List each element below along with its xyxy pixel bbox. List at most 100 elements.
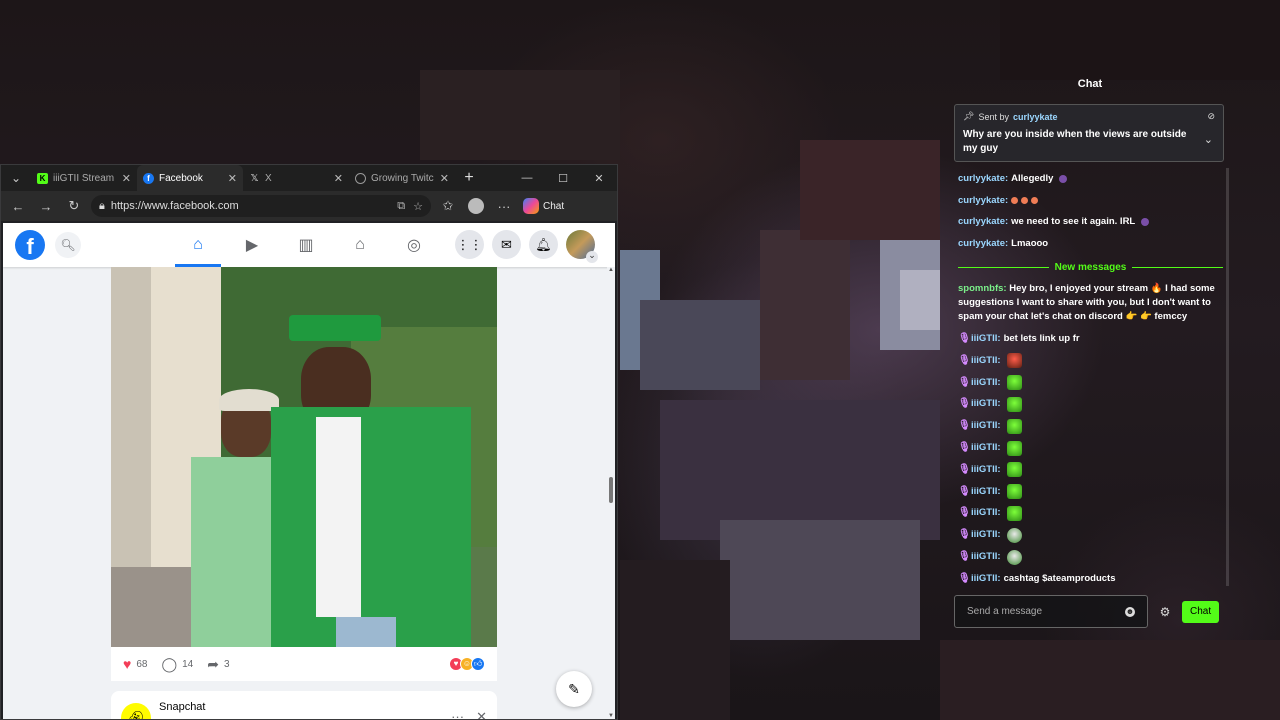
tab-kick-stream[interactable]: K iiiGTII Stream - ✕ (31, 165, 137, 191)
emote-icon (1059, 174, 1068, 183)
chat-username[interactable]: iiiGTII: (971, 485, 1001, 499)
pin-icon: 📌︎ (963, 111, 975, 121)
close-icon[interactable]: ✕ (476, 709, 487, 719)
comment-button[interactable]: ◯ 14 (161, 656, 193, 673)
chat-username[interactable]: curlyykate: (958, 172, 1008, 186)
close-icon[interactable]: ✕ (334, 172, 343, 185)
close-icon[interactable]: ✕ (440, 172, 449, 185)
reactions-summary[interactable]: ♥ ☺ 👍︎ (449, 657, 485, 671)
refresh-icon[interactable]: ↻ (63, 195, 85, 217)
chat-message: curlyykate: Lmaooo (958, 233, 1223, 255)
emote-icon (1006, 462, 1022, 478)
minimize-icon[interactable]: — (509, 172, 545, 185)
maximize-icon[interactable]: ☐ (545, 172, 581, 185)
chat-username[interactable]: iiiGTII: (971, 550, 1001, 564)
chat-username[interactable]: iiiGTII: (971, 419, 1001, 433)
chat-username[interactable]: spomnbfs: (958, 283, 1007, 294)
account-avatar[interactable] (566, 230, 598, 263)
url-text[interactable]: https://www.facebook.com (111, 200, 391, 212)
snapchat-logo-icon[interactable]: 👻︎ (121, 703, 151, 719)
emote-icon (1006, 375, 1022, 391)
feed-post: ♥ 68 ◯ 14 ➦ 3 ♥ ☺ 👍︎ (111, 267, 497, 681)
tab-facebook[interactable]: f Facebook ✕ (137, 165, 243, 191)
chat-username[interactable]: iiiGTII: (971, 354, 1001, 368)
more-options-icon[interactable]: ··· (451, 709, 464, 719)
send-chat-button[interactable]: Chat (1182, 600, 1220, 623)
notifications-bell-icon[interactable]: 🔔︎ (529, 230, 558, 259)
chat-message: 🎙︎ iiiGTII: cashtag $ateamproducts (958, 568, 1223, 590)
close-icon[interactable]: ✕ (122, 172, 131, 185)
chat-username[interactable]: iiiGTII: (971, 528, 1001, 542)
scroll-up-icon[interactable]: ▲ (607, 267, 615, 273)
share-button[interactable]: ➦ 3 (207, 656, 229, 673)
new-messages-divider[interactable]: New messages (958, 256, 1223, 278)
scroll-down-icon[interactable]: ▼ (607, 713, 615, 719)
chat-username[interactable]: iiiGTII: (971, 376, 1001, 390)
home-icon[interactable]: ⌂ (171, 223, 225, 267)
menu-grid-icon[interactable]: ⋮⋮ (455, 230, 484, 259)
microphone-badge-icon: 🎙︎ (958, 529, 971, 541)
hide-pin-icon[interactable]: ⊘ (1207, 111, 1215, 122)
copilot-chat-button[interactable]: Chat (523, 198, 564, 214)
news-feed: ♥ 68 ◯ 14 ➦ 3 ♥ ☺ 👍︎ 👻︎ Snapchat ··· ✕ ✎ (3, 267, 607, 719)
like-count: 68 (136, 658, 148, 670)
pinned-header: 📌︎ Sent by curlyykate ⊘ (963, 111, 1215, 122)
more-menu-icon[interactable]: ··· (493, 195, 515, 217)
new-tab-button[interactable]: + (455, 169, 483, 187)
scrollbar-thumb[interactable] (609, 477, 613, 503)
tab-x[interactable]: 𝕏 X ✕ (243, 165, 349, 191)
emoji-picker-icon[interactable]: ☻ (1125, 606, 1135, 617)
tab-growing-twitch[interactable]: Growing Twitc ✕ (349, 165, 455, 191)
feeds-icon[interactable]: ▥ (279, 223, 333, 267)
new-message-icon[interactable]: ✎ (556, 671, 592, 707)
search-icon[interactable]: 🔍︎ (55, 232, 81, 258)
like-button[interactable]: ♥ 68 (123, 656, 147, 672)
chat-username[interactable]: iiiGTII: (971, 506, 1001, 520)
chat-username[interactable]: curlyykate: (958, 237, 1008, 251)
close-icon[interactable]: ✕ (228, 172, 237, 185)
chat-username[interactable]: iiiGTII: (971, 397, 1001, 411)
app-available-icon[interactable]: ⧉ (397, 200, 405, 213)
address-bar[interactable]: 🔒︎ https://www.facebook.com ⧉ ☆ (91, 195, 431, 217)
back-arrow-icon[interactable]: ← (7, 195, 29, 217)
heart-icon: ♥ (123, 656, 132, 672)
emote-icon (1006, 505, 1022, 521)
chat-username[interactable]: iiiGTII: (971, 441, 1001, 455)
chat-username[interactable]: curlyykate: (958, 215, 1008, 229)
marketplace-icon[interactable]: ⌂ (333, 223, 387, 267)
fb-right-controls: ⋮⋮ ✉ 🔔︎ (455, 230, 598, 263)
chat-text: Allegedly (1011, 172, 1054, 184)
close-window-icon[interactable]: ✕ (581, 172, 617, 185)
chat-message-input[interactable]: Send a message ☻ (954, 595, 1148, 628)
chat-message: 🎙︎ iiiGTII: (958, 350, 1223, 372)
chat-username[interactable]: iiiGTII: (971, 463, 1001, 477)
chat-username[interactable]: iiiGTII: (971, 572, 1001, 586)
emote-icon (1006, 353, 1022, 369)
gear-icon[interactable]: ⚙ (1156, 605, 1174, 619)
post-controls: ··· ✕ (451, 701, 487, 719)
tab-list-button[interactable]: ⌄ (1, 165, 31, 191)
chevron-down-icon[interactable]: ⌄ (1204, 133, 1213, 146)
profile-button[interactable] (465, 195, 487, 217)
post-actions-bar: ♥ 68 ◯ 14 ➦ 3 ♥ ☺ 👍︎ (111, 647, 497, 681)
divider-line (1132, 266, 1223, 268)
post-author[interactable]: Snapchat (159, 701, 443, 713)
post-photo[interactable] (111, 267, 497, 647)
pinned-username[interactable]: curlyykate (1013, 112, 1058, 122)
forward-arrow-icon[interactable]: → (35, 195, 57, 217)
microphone-badge-icon: 🎙︎ (958, 420, 971, 432)
chat-username[interactable]: curlyykate: (958, 194, 1008, 208)
chat-username[interactable]: iiiGTII: (971, 332, 1001, 346)
chat-text: bet lets link up fr (1003, 333, 1080, 345)
chat-message: curlyykate: we need to see it again. IRL (958, 212, 1223, 234)
chat-scrollbar[interactable] (1226, 168, 1229, 586)
favorites-icon[interactable]: ✩ (437, 195, 459, 217)
chat-message: curlyykate: Allegedly (958, 168, 1223, 190)
messenger-icon[interactable]: ✉ (492, 230, 521, 259)
page-scrollbar[interactable]: ▲ ▼ (607, 267, 615, 719)
video-icon[interactable]: ▶ (225, 223, 279, 267)
gaming-icon[interactable]: ◎ (387, 223, 441, 267)
site-info-icon[interactable]: 🔒︎ (99, 200, 105, 213)
favorite-star-icon[interactable]: ☆ (413, 200, 423, 213)
facebook-logo-icon[interactable]: f (15, 230, 45, 260)
